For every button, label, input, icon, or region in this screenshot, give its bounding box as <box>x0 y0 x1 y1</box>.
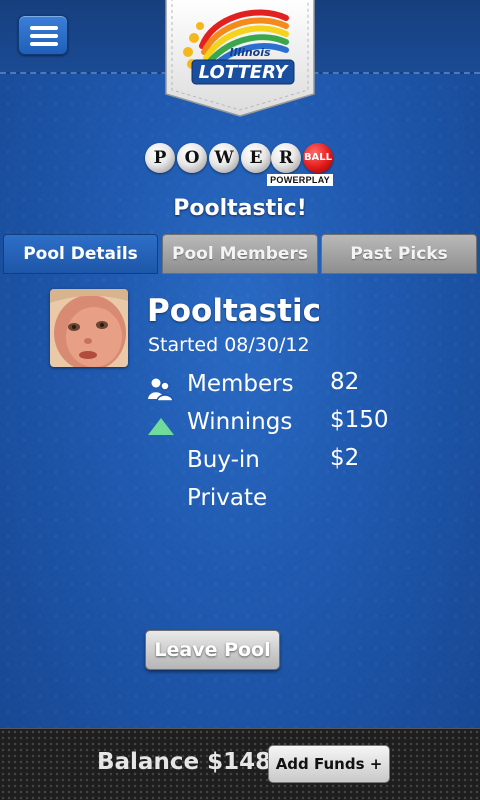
privacy-label: Private <box>187 485 268 511</box>
detail-row-members: Members 82 <box>0 369 480 405</box>
members-icon <box>147 377 175 402</box>
tab-pool-members[interactable]: Pool Members <box>162 234 318 274</box>
detail-row-privacy: Private <box>0 485 480 519</box>
tab-past-picks[interactable]: Past Picks <box>321 234 477 274</box>
tab-bar: Pool Details Pool Members Past Picks <box>0 234 480 274</box>
buyin-value: $2 <box>330 445 360 471</box>
balance-text: Balance $148 <box>97 749 272 775</box>
powerball-red-ball: BALL <box>303 143 333 173</box>
powerball-letter-ball: R <box>271 143 301 173</box>
logo-main-text: LOTTERY <box>199 62 290 83</box>
hamburger-menu-icon <box>30 26 58 30</box>
illinois-lottery-logo: Illinois LOTTERY <box>164 0 316 118</box>
page-title: Pooltastic! <box>173 196 307 221</box>
pool-started-date: Started 08/30/12 <box>148 334 310 356</box>
menu-button[interactable] <box>18 15 68 55</box>
detail-row-winnings: Winnings $150 <box>0 407 480 443</box>
powerball-letter-ball: W <box>209 143 239 173</box>
pool-avatar <box>50 289 128 367</box>
powerplay-label: POWERPLAY <box>267 174 333 186</box>
tab-pool-details[interactable]: Pool Details <box>3 234 158 274</box>
winnings-value: $150 <box>330 407 389 433</box>
logo-top-text: Illinois <box>229 46 271 59</box>
winnings-label: Winnings <box>187 409 293 435</box>
buyin-label: Buy-in <box>187 447 260 473</box>
balance-bar: Balance $148 Add Funds + <box>0 728 480 800</box>
leave-pool-button[interactable]: Leave Pool <box>145 630 280 670</box>
powerball-letter-ball: P <box>145 143 175 173</box>
powerball-letter-ball: E <box>241 143 271 173</box>
members-value: 82 <box>330 369 360 395</box>
add-funds-button[interactable]: Add Funds + <box>268 745 390 783</box>
pool-name: Pooltastic <box>147 293 321 329</box>
app-screen: Illinois LOTTERY P O W E R BALL POWERPLA… <box>0 0 480 800</box>
powerball-logo: P O W E R BALL POWERPLAY <box>145 143 337 189</box>
members-label: Members <box>187 371 294 397</box>
up-arrow-icon <box>147 415 175 439</box>
powerball-letter-ball: O <box>177 143 207 173</box>
detail-row-buyin: Buy-in $2 <box>0 445 480 481</box>
